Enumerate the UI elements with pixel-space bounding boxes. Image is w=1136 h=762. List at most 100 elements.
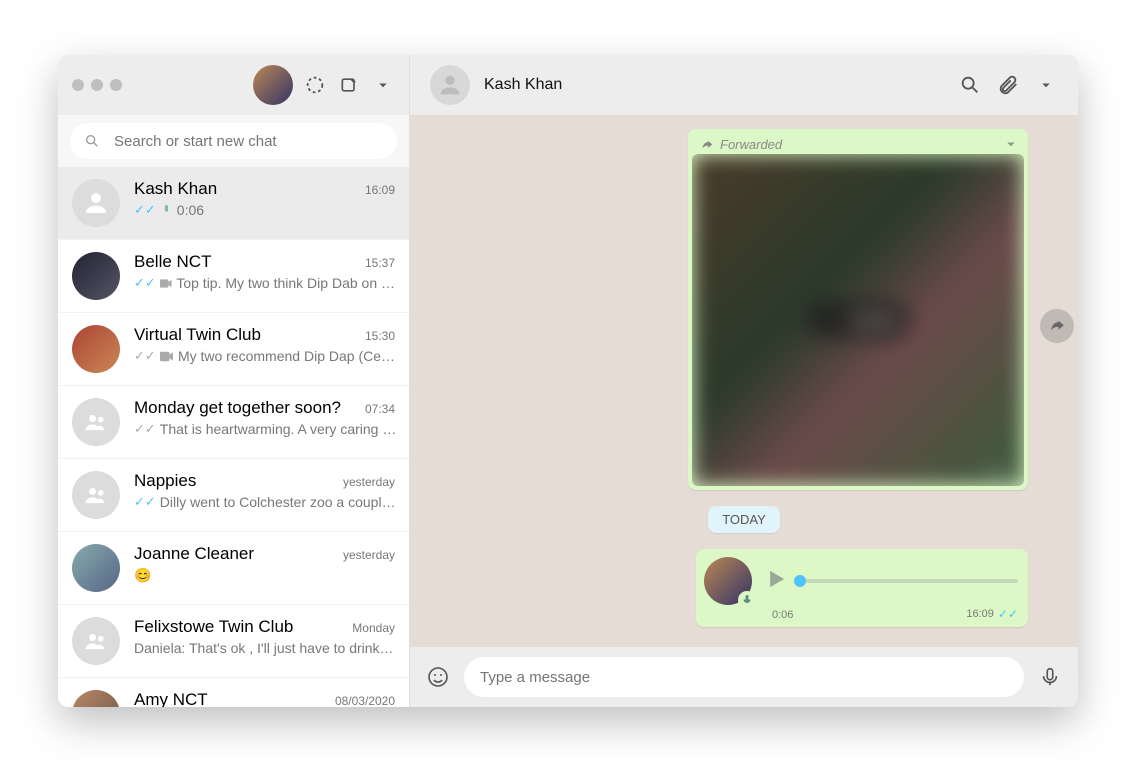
chat-list-item[interactable]: Kash Khan 16:09 ✓✓0:06 (58, 167, 409, 240)
chat-time: yesterday (343, 548, 395, 562)
chat-name: Belle NCT (134, 252, 211, 272)
my-avatar[interactable] (253, 65, 293, 105)
search-input[interactable] (114, 133, 383, 150)
download-icon (822, 311, 840, 329)
chat-avatar (72, 398, 120, 446)
chat-preview: 😊 (134, 567, 395, 584)
chat-name: Joanne Cleaner (134, 544, 254, 564)
mic-badge-icon (738, 591, 756, 609)
message-input[interactable] (480, 669, 1008, 686)
voice-duration: 0:06 (772, 609, 793, 621)
chat-time: 08/03/2020 (335, 694, 395, 707)
contact-name[interactable]: Kash Khan (484, 76, 944, 94)
new-chat-icon[interactable] (337, 73, 361, 97)
attach-icon[interactable] (996, 73, 1020, 97)
messages-area[interactable]: Forwarded 164 kB 22:00 TODAY (410, 115, 1078, 647)
chat-time: 07:34 (365, 402, 395, 416)
message-input-wrap[interactable] (464, 657, 1024, 697)
chat-time: 16:09 (365, 183, 395, 197)
chat-time: 15:37 (365, 256, 395, 270)
status-icon[interactable] (303, 73, 327, 97)
header-search-icon[interactable] (958, 73, 982, 97)
chat-avatar (72, 252, 120, 300)
emoji-icon[interactable] (426, 665, 450, 689)
share-button[interactable] (1040, 309, 1074, 343)
chat-time: yesterday (343, 475, 395, 489)
menu-icon[interactable] (371, 73, 395, 97)
chat-list-item[interactable]: Felixstowe Twin Club Monday Daniela: That… (58, 605, 409, 678)
chat-avatar (72, 617, 120, 665)
search-bar[interactable] (70, 123, 397, 159)
sidebar: Kash Khan 16:09 ✓✓0:06 Belle NCT 15:37 ✓✓T… (58, 55, 410, 707)
chat-preview: Daniela: That's ok , I'll just have to d… (134, 640, 395, 656)
chat-time: Monday (352, 621, 395, 635)
read-ticks-icon: ✓✓ (134, 421, 156, 437)
chat-name: Nappies (134, 471, 196, 491)
chat-info: Belle NCT 15:37 ✓✓Top tip. My two think D… (134, 252, 395, 300)
chat-name: Felixstowe Twin Club (134, 617, 293, 637)
close-dot[interactable] (72, 79, 84, 91)
forwarded-label: Forwarded (692, 133, 1024, 154)
voice-message[interactable]: 0:06 16:09✓✓ (696, 549, 1028, 627)
conversation-panel: Kash Khan Forwarded 164 kB (410, 55, 1078, 707)
search-icon (84, 133, 100, 149)
chat-list-item[interactable]: Virtual Twin Club 15:30 ✓✓My two recommen… (58, 313, 409, 386)
chat-avatar (72, 325, 120, 373)
chat-info: Felixstowe Twin Club Monday Daniela: That… (134, 617, 395, 665)
chat-info: Joanne Cleaner yesterday 😊 (134, 544, 395, 592)
read-ticks-icon: ✓✓ (134, 202, 156, 218)
conversation-menu-icon[interactable] (1034, 73, 1058, 97)
chat-avatar (72, 179, 120, 227)
contact-avatar[interactable] (430, 65, 470, 105)
image-timestamp: 22:00 (984, 466, 1014, 480)
download-button[interactable]: 164 kB (806, 301, 910, 339)
download-size: 164 kB (850, 312, 894, 328)
chat-avatar (72, 690, 120, 707)
chat-list-item[interactable]: Monday get together soon? 07:34 ✓✓That is… (58, 386, 409, 459)
forwarded-image-message[interactable]: Forwarded 164 kB 22:00 (688, 129, 1028, 490)
chat-name: Virtual Twin Club (134, 325, 261, 345)
chat-list[interactable]: Kash Khan 16:09 ✓✓0:06 Belle NCT 15:37 ✓✓T… (58, 167, 409, 707)
chat-info: Nappies yesterday ✓✓Dilly went to Colches… (134, 471, 395, 519)
chat-info: Monday get together soon? 07:34 ✓✓That is… (134, 398, 395, 446)
chat-list-item[interactable]: Joanne Cleaner yesterday 😊 (58, 532, 409, 605)
voice-timestamp: 16:09✓✓ (966, 607, 1018, 621)
max-dot[interactable] (110, 79, 122, 91)
chat-avatar (72, 544, 120, 592)
video-icon (160, 278, 173, 289)
chat-name: Monday get together soon? (134, 398, 341, 418)
forwarded-text: Forwarded (720, 137, 782, 152)
chat-preview: ✓✓My two recommend Dip Dap (Ce… (134, 348, 395, 364)
chat-name: Kash Khan (134, 179, 217, 199)
play-button[interactable] (762, 565, 790, 598)
traffic-lights[interactable] (72, 79, 122, 91)
chat-preview: ✓✓0:06 (134, 202, 395, 218)
date-separator: TODAY (708, 506, 780, 533)
chat-list-item[interactable]: Amy NCT 08/03/2020 (58, 678, 409, 707)
voice-track[interactable] (800, 579, 1018, 583)
chat-name: Amy NCT (134, 690, 208, 707)
chat-info: Amy NCT 08/03/2020 (134, 690, 395, 707)
chat-info: Kash Khan 16:09 ✓✓0:06 (134, 179, 395, 227)
mic-icon (160, 204, 173, 217)
min-dot[interactable] (91, 79, 103, 91)
image-attachment[interactable]: 164 kB 22:00 (692, 154, 1024, 486)
chat-preview: ✓✓Top tip. My two think Dip Dab on … (134, 275, 395, 291)
chat-preview: ✓✓That is heartwarming. A very caring … (134, 421, 395, 437)
read-ticks-icon: ✓✓ (134, 348, 156, 364)
voice-sender-avatar (704, 557, 752, 605)
conversation-header: Kash Khan (410, 55, 1078, 115)
composer (410, 647, 1078, 707)
chat-avatar (72, 471, 120, 519)
app-window: Kash Khan16:09 ✓✓0:06 Belle NCT15:37 ✓✓T… (58, 55, 1078, 707)
chat-preview: ✓✓Dilly went to Colchester zoo a coupl… (134, 494, 395, 510)
forward-arrow-icon (700, 138, 714, 152)
chat-list-item[interactable]: Belle NCT 15:37 ✓✓Top tip. My two think D… (58, 240, 409, 313)
search-bar-wrap (58, 115, 409, 167)
chat-time: 15:30 (365, 329, 395, 343)
voice-thumb[interactable] (794, 575, 806, 587)
video-icon (160, 351, 174, 362)
read-ticks-icon: ✓✓ (134, 275, 156, 291)
chat-list-item[interactable]: Nappies yesterday ✓✓Dilly went to Colches… (58, 459, 409, 532)
voice-record-icon[interactable] (1038, 665, 1062, 689)
